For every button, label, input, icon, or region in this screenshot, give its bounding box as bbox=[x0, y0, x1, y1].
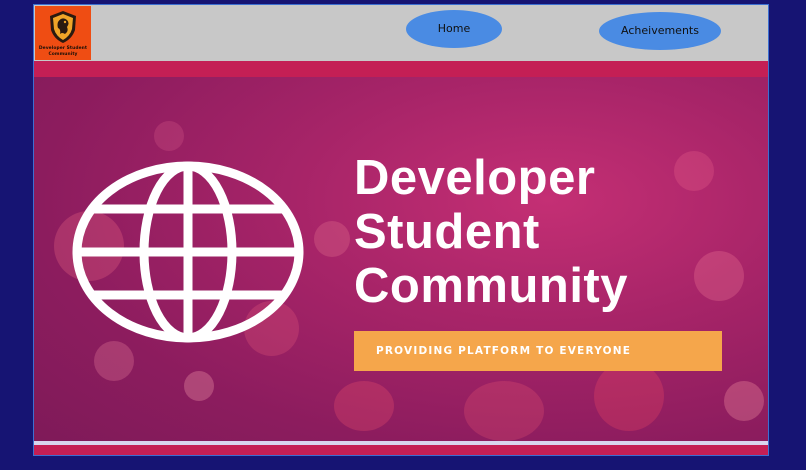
logo-text-line2: Community bbox=[48, 52, 78, 57]
bokeh-light bbox=[724, 381, 764, 421]
globe-icon bbox=[72, 161, 304, 343]
bokeh-light bbox=[314, 221, 350, 257]
hero-tagline: PROVIDING PLATFORM TO EVERYONE bbox=[354, 331, 722, 371]
dragon-shield-icon bbox=[50, 11, 76, 43]
bokeh-light bbox=[184, 371, 214, 401]
hero-title-line3: Community bbox=[354, 259, 628, 313]
logo[interactable]: Developer Student Community bbox=[35, 6, 91, 60]
hero-title-line2: Student bbox=[354, 205, 540, 259]
logo-text-line1: Developer Student bbox=[38, 46, 88, 51]
hero-title-line1: Developer bbox=[354, 151, 596, 205]
bokeh-light bbox=[674, 151, 714, 191]
hero-bottom-band bbox=[34, 445, 768, 455]
bokeh-light bbox=[94, 341, 134, 381]
hero-banner: Developer Student Community PROVIDING PL… bbox=[34, 61, 768, 455]
bokeh-light bbox=[334, 381, 394, 431]
bokeh-light bbox=[464, 381, 544, 441]
hero-top-band bbox=[34, 61, 768, 77]
bokeh-light bbox=[154, 121, 184, 151]
nav-achievements-button[interactable]: Acheivements bbox=[599, 12, 721, 50]
bokeh-light bbox=[594, 361, 664, 431]
page-frame: Developer Student Community Home Acheive… bbox=[33, 4, 769, 456]
nav-home-button[interactable]: Home bbox=[406, 10, 502, 48]
bokeh-light bbox=[694, 251, 744, 301]
navbar: Developer Student Community Home Acheive… bbox=[34, 5, 768, 62]
